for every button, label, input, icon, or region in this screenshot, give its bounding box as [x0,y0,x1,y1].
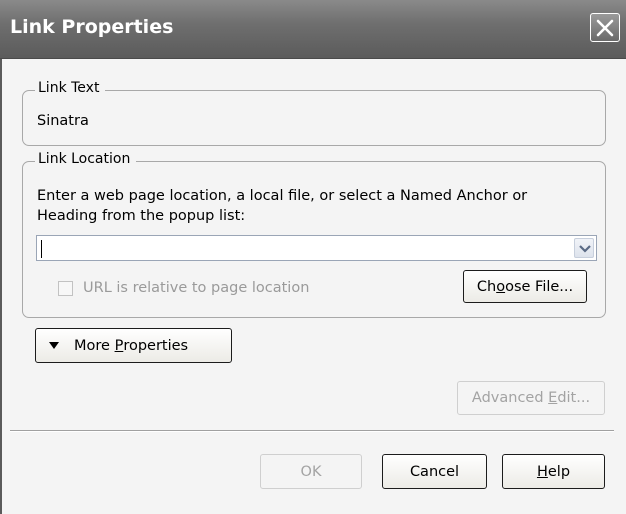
choose-file-label-part: ose File... [505,278,574,295]
title-bar[interactable]: Link Properties [0,0,626,59]
url-dropdown-button[interactable] [574,238,594,258]
choose-file-button[interactable]: Ch o ose File... [463,270,587,303]
ok-button[interactable]: OK [260,454,362,489]
more-properties-label-part: roperties [123,337,189,354]
advanced-edit-label-part: Advanced [471,390,549,406]
link-text-legend: Link Text [35,80,106,96]
help-button[interactable]: Help [502,454,605,489]
choose-file-label-part: Ch [476,278,497,295]
link-location-group: Link Location Enter a web page location,… [22,151,606,318]
help-accelerator: H [536,463,548,480]
dialog-body: Link Text Sinatra Link Location Enter a … [0,59,626,514]
instructions-line-1: Enter a web page location, a local file,… [37,188,528,204]
relative-url-label: URL is relative to page location [83,280,310,296]
choose-file-accelerator: o [496,278,506,295]
advanced-edit-button[interactable]: Advanced Edit... [457,381,605,415]
relative-url-checkbox[interactable] [58,281,73,296]
more-properties-label-part: More [74,337,115,354]
window-title: Link Properties [10,16,174,38]
close-icon [596,19,614,37]
cancel-button[interactable]: Cancel [382,454,487,489]
close-button[interactable] [590,13,620,42]
help-label-part: elp [547,463,571,480]
advanced-edit-label-part: dit... [557,390,591,406]
link-text-group: Link Text Sinatra [22,80,606,146]
more-properties-accelerator: P [114,337,124,354]
chevron-down-icon [579,245,591,253]
url-combobox[interactable] [36,235,597,261]
more-properties-button[interactable]: More Properties [35,328,232,363]
footer-separator [10,430,614,432]
advanced-edit-accelerator: E [548,390,558,406]
instructions-line-2: Heading from the popup list: [37,208,246,224]
triangle-down-icon [49,341,59,349]
link-location-legend: Link Location [35,151,137,167]
ok-label: OK [300,463,322,480]
cancel-label: Cancel [409,463,460,480]
link-text-value: Sinatra [37,113,89,129]
text-caret [41,240,42,258]
